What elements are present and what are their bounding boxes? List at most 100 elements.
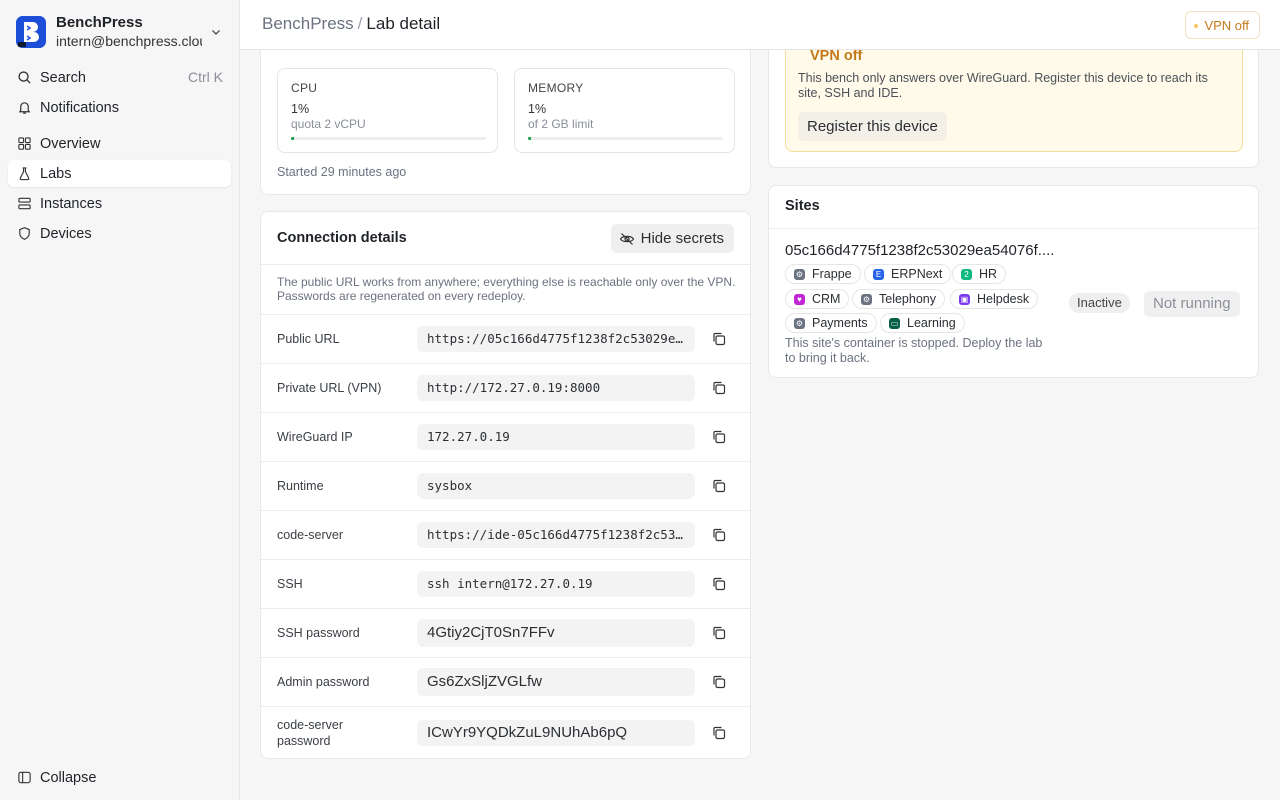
connection-details-card: Connection details Hide secrets The publ… (260, 211, 751, 759)
connection-row-value[interactable]: ssh intern@172.27.0.19 (417, 571, 695, 597)
connection-row-value[interactable]: ICwYr9YQDkZuL9NUhAb6pQ (417, 720, 695, 746)
search-button[interactable]: Search Ctrl K (8, 64, 231, 91)
app-tag: ♥ CRM (785, 289, 850, 309)
app-tag: E ERPNext (864, 264, 952, 284)
connection-row-value[interactable]: 4Gtiy2CjT0Sn7FFv (417, 619, 695, 647)
app-icon: ⚙ (794, 318, 805, 329)
connection-row: SSH password 4Gtiy2CjT0Sn7FFv (261, 608, 750, 657)
layers-icon (16, 196, 32, 212)
copy-icon[interactable] (711, 725, 729, 743)
connection-row: code-server https://ide-05c166d4775f1238f… (261, 510, 750, 559)
connection-row-value[interactable]: 172.27.0.19 (417, 424, 695, 450)
sidebar-item-label: Devices (40, 225, 92, 242)
search-shortcut: Ctrl K (188, 69, 223, 85)
breadcrumb-separator: / (357, 14, 363, 33)
benchpress-logo-icon (16, 16, 46, 48)
connection-row: Admin password Gs6ZxSljZVGLfw (261, 657, 750, 706)
connection-row-value[interactable]: https://ide-05c166d4775f1238f2c53029ea54… (417, 522, 695, 548)
app-tag-label: Telephony (879, 292, 936, 306)
workspace-switcher[interactable]: BenchPress intern@benchpress.cloud (16, 14, 230, 50)
connection-row-label: code-server password (277, 718, 343, 748)
connection-row-label: Private URL (VPN) (277, 381, 382, 395)
sites-header: Sites (769, 186, 1258, 229)
shield-icon (16, 226, 32, 242)
connection-description: The public URL works from anywhere; ever… (277, 275, 736, 303)
sidebar-item-notifications[interactable]: Notifications (8, 94, 231, 121)
connection-row-label: code-server (277, 528, 343, 542)
sidebar-item-label: Overview (40, 135, 101, 152)
chevron-down-icon (210, 26, 222, 41)
sidebar-item-devices[interactable]: Devices (8, 220, 231, 247)
app-tag: ⚙ Telephony (852, 289, 945, 309)
app-tag-label: Learning (907, 316, 956, 330)
connection-header: Connection details Hide secrets (261, 212, 750, 265)
connection-row-value[interactable]: http://172.27.0.19:8000 (417, 375, 695, 401)
cpu-usage-bar (291, 137, 486, 140)
sites-title: Sites (785, 198, 820, 214)
sidebar-collapse-icon (16, 770, 32, 786)
app-tag: 2 HR (952, 264, 1007, 284)
app-tag-label: HR (979, 267, 998, 281)
app-tag: ⚙ Payments (785, 313, 877, 333)
cpu-usage-fill (291, 137, 294, 140)
breadcrumb-root-link[interactable]: BenchPress (262, 14, 354, 33)
copy-icon[interactable] (711, 625, 729, 643)
vpn-warning-title: VPN off (810, 48, 863, 64)
sites-card: Sites 05c166d4775f1238f2c53029ea54076f..… (768, 185, 1259, 378)
copy-icon[interactable] (711, 331, 729, 349)
sidebar-item-label: Labs (40, 165, 72, 182)
vpn-status-badge[interactable]: VPN off (1185, 11, 1260, 39)
app-tag-label: ERPNext (891, 267, 943, 281)
connection-title: Connection details (277, 230, 407, 246)
search-label: Search (40, 69, 86, 86)
sidebar: BenchPress intern@benchpress.cloud Searc… (0, 0, 240, 800)
connection-row-value[interactable]: Gs6ZxSljZVGLfw (417, 668, 695, 696)
search-icon (16, 70, 32, 86)
collapse-sidebar-button[interactable]: Collapse (8, 764, 231, 791)
copy-icon[interactable] (711, 429, 729, 447)
memory-metric: MEMORY 1% of 2 GB limit (514, 68, 735, 153)
app-icon: ⚙ (861, 294, 872, 305)
memory-usage-fill (528, 137, 531, 140)
connection-row-value[interactable]: https://05c166d4775f1238f2c53029ea54076f… (417, 326, 695, 352)
sidebar-item-label: Notifications (40, 99, 119, 116)
copy-icon[interactable] (711, 527, 729, 545)
app-icon: 2 (961, 269, 972, 280)
user-email: intern@benchpress.cloud (56, 33, 202, 49)
brand-name: BenchPress (56, 14, 143, 31)
app-tag-label: CRM (812, 292, 841, 306)
sidebar-item-instances[interactable]: Instances (8, 190, 231, 217)
flask-icon (16, 166, 32, 182)
metric-value: 1% (528, 102, 547, 116)
register-device-button[interactable]: Register this device (798, 112, 947, 141)
copy-icon[interactable] (711, 674, 729, 692)
site-name-link[interactable]: 05c166d4775f1238f2c53029ea54076f.... (785, 242, 1054, 259)
hide-secrets-button[interactable]: Hide secrets (610, 224, 734, 253)
eye-off-icon (619, 233, 634, 245)
app-tag: ▣ Helpdesk (950, 289, 1039, 309)
connection-row-label: Admin password (277, 675, 370, 689)
copy-icon[interactable] (711, 576, 729, 594)
connection-row: Runtime sysbox (261, 461, 750, 510)
grid-icon (16, 136, 32, 152)
sidebar-item-labs[interactable]: Labs (8, 160, 231, 187)
connection-row-label: Runtime (277, 479, 324, 493)
metric-title: MEMORY (528, 81, 584, 95)
connection-row: SSH ssh intern@172.27.0.19 (261, 559, 750, 608)
metric-subtitle: of 2 GB limit (528, 117, 594, 131)
app-tag-label: Payments (812, 316, 868, 330)
connection-row: WireGuard IP 172.27.0.19 (261, 412, 750, 461)
site-status-badge: Inactive (1069, 293, 1130, 313)
app-icon: E (873, 269, 884, 280)
connection-row-label: SSH password (277, 626, 360, 640)
copy-icon[interactable] (711, 478, 729, 496)
app-tag-label: Frappe (812, 267, 852, 281)
status-dot-icon (1194, 24, 1199, 28)
connection-row-value[interactable]: sysbox (417, 473, 695, 499)
connection-row-label: WireGuard IP (277, 430, 353, 444)
sidebar-item-overview[interactable]: Overview (8, 130, 231, 157)
connection-row-label: Public URL (277, 332, 340, 346)
copy-icon[interactable] (711, 380, 729, 398)
not-running-button[interactable]: Not running (1144, 291, 1240, 317)
vpn-status-label: VPN off (1204, 17, 1249, 33)
